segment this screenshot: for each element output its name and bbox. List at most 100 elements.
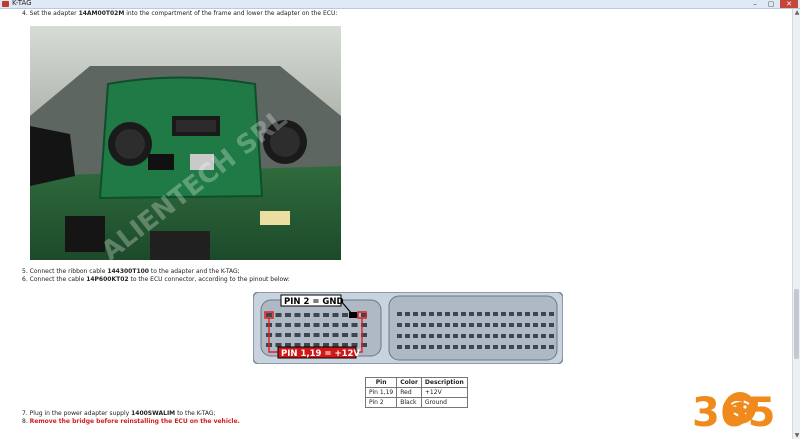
connector-pin <box>342 333 348 337</box>
scroll-down-icon[interactable]: ▼ <box>793 432 800 439</box>
table-cell: Red <box>396 387 422 398</box>
connector-pin <box>533 334 538 338</box>
connector-pin <box>275 323 282 327</box>
connector-pin <box>342 323 348 327</box>
connector-pin <box>509 334 514 338</box>
step-text: to the ECU connector, according to the p… <box>128 276 290 283</box>
connector-pin <box>313 333 320 337</box>
connector-pin <box>294 323 301 327</box>
connector-pin <box>477 312 482 316</box>
step-text: Connect the ribbon cable <box>29 268 108 275</box>
connector-pin <box>549 312 554 316</box>
table-row: Pin 1,19 Red +12V <box>364 387 468 398</box>
column-header: Color <box>396 377 422 388</box>
connector-pin <box>323 323 329 327</box>
minimize-button[interactable]: – <box>748 0 762 8</box>
connector-pin <box>421 323 426 327</box>
maximize-button[interactable]: ▢ <box>764 0 778 8</box>
step-text: Plug in the power adapter supply <box>29 410 132 417</box>
table-cell: Pin 1,19 <box>364 387 398 398</box>
connector-pin <box>313 343 320 347</box>
connector-pin <box>485 345 490 349</box>
step-text: Connect the cable <box>29 276 87 283</box>
connector-pin <box>294 343 301 347</box>
table-cell: Black <box>396 397 422 408</box>
connector-pin <box>429 334 434 338</box>
window-title: K-TAG <box>12 0 32 7</box>
column-header: Description <box>420 377 468 388</box>
connector-pin <box>525 334 530 338</box>
connector-pin <box>485 323 490 327</box>
scroll-up-icon[interactable]: ▲ <box>793 9 800 16</box>
part-code: 14AM00T02M <box>78 10 125 17</box>
connector-pin <box>549 323 554 327</box>
connector-pin <box>517 312 522 316</box>
connector-pin <box>413 323 418 327</box>
connector-pin <box>549 334 554 338</box>
connector-pin <box>313 313 320 317</box>
connector-pin <box>285 333 291 337</box>
connector-pin <box>485 334 490 338</box>
step-number: 8. <box>22 418 28 425</box>
connector-pin <box>421 334 426 338</box>
connector-pin <box>461 345 466 349</box>
connector-pin <box>342 343 348 347</box>
connector-pin <box>509 312 514 316</box>
connector-pin <box>525 312 530 316</box>
connector-pin <box>413 312 418 316</box>
connector-pin <box>477 323 482 327</box>
scrollbar-thumb[interactable] <box>794 289 799 359</box>
connector-pin <box>351 343 358 347</box>
connector-pin <box>517 334 522 338</box>
connector-pin <box>525 323 530 327</box>
connector-pin <box>453 323 458 327</box>
connector-pin <box>397 334 402 338</box>
connector-pin <box>437 334 442 338</box>
connector-pin <box>405 345 410 349</box>
connector-pin <box>275 343 282 347</box>
connector-pin <box>332 333 339 337</box>
connector-pin <box>549 345 554 349</box>
connector-pin <box>413 345 418 349</box>
connector-pin <box>437 323 442 327</box>
connector-pin <box>445 312 450 316</box>
connector-pin <box>332 313 339 317</box>
connector-pin <box>294 313 301 317</box>
connector-pin <box>266 313 272 317</box>
table-header-row: Pin Color Description <box>364 377 468 388</box>
connector-pin <box>445 334 450 338</box>
window-titlebar: K-TAG – ▢ ✕ <box>0 0 800 9</box>
connector-pin <box>342 313 348 317</box>
table-row: Pin 2 Black Ground <box>364 397 468 408</box>
step-number: 7. <box>22 410 28 417</box>
step-number: 5. <box>22 268 28 275</box>
connector-pin <box>437 345 442 349</box>
connector-pin <box>304 323 310 327</box>
table-cell: Pin 2 <box>364 397 398 408</box>
pin-2-highlight <box>349 312 357 318</box>
connector-pin <box>323 333 329 337</box>
pin-table: Pin Color Description Pin 1,19 Red +12V … <box>364 377 468 408</box>
close-button[interactable]: ✕ <box>780 0 798 8</box>
connector-pin <box>477 334 482 338</box>
step-8: 8. Remove the bridge before reinstalling… <box>22 418 240 426</box>
connector-pin <box>541 312 546 316</box>
step-text: to the adapter and the K-TAG; <box>148 268 240 275</box>
connector-pin <box>509 345 514 349</box>
step-number: 4. <box>22 10 28 17</box>
step-5: 5. Connect the ribbon cable 144300T100 t… <box>22 268 240 276</box>
part-code: 144300T100 <box>107 268 149 275</box>
connector-pin <box>501 323 506 327</box>
connector-pin <box>323 313 329 317</box>
step-number: 6. <box>22 276 28 283</box>
app-icon <box>2 1 9 7</box>
connector-pin <box>397 345 402 349</box>
connector-pin <box>533 345 538 349</box>
connector-pin <box>469 312 474 316</box>
connector-pin <box>469 323 474 327</box>
connector-pin <box>397 323 402 327</box>
connector-pin <box>453 312 458 316</box>
logo-text: 365 <box>692 390 776 432</box>
vertical-scrollbar[interactable]: ▲ ▼ <box>792 9 800 439</box>
connector-pin <box>477 345 482 349</box>
